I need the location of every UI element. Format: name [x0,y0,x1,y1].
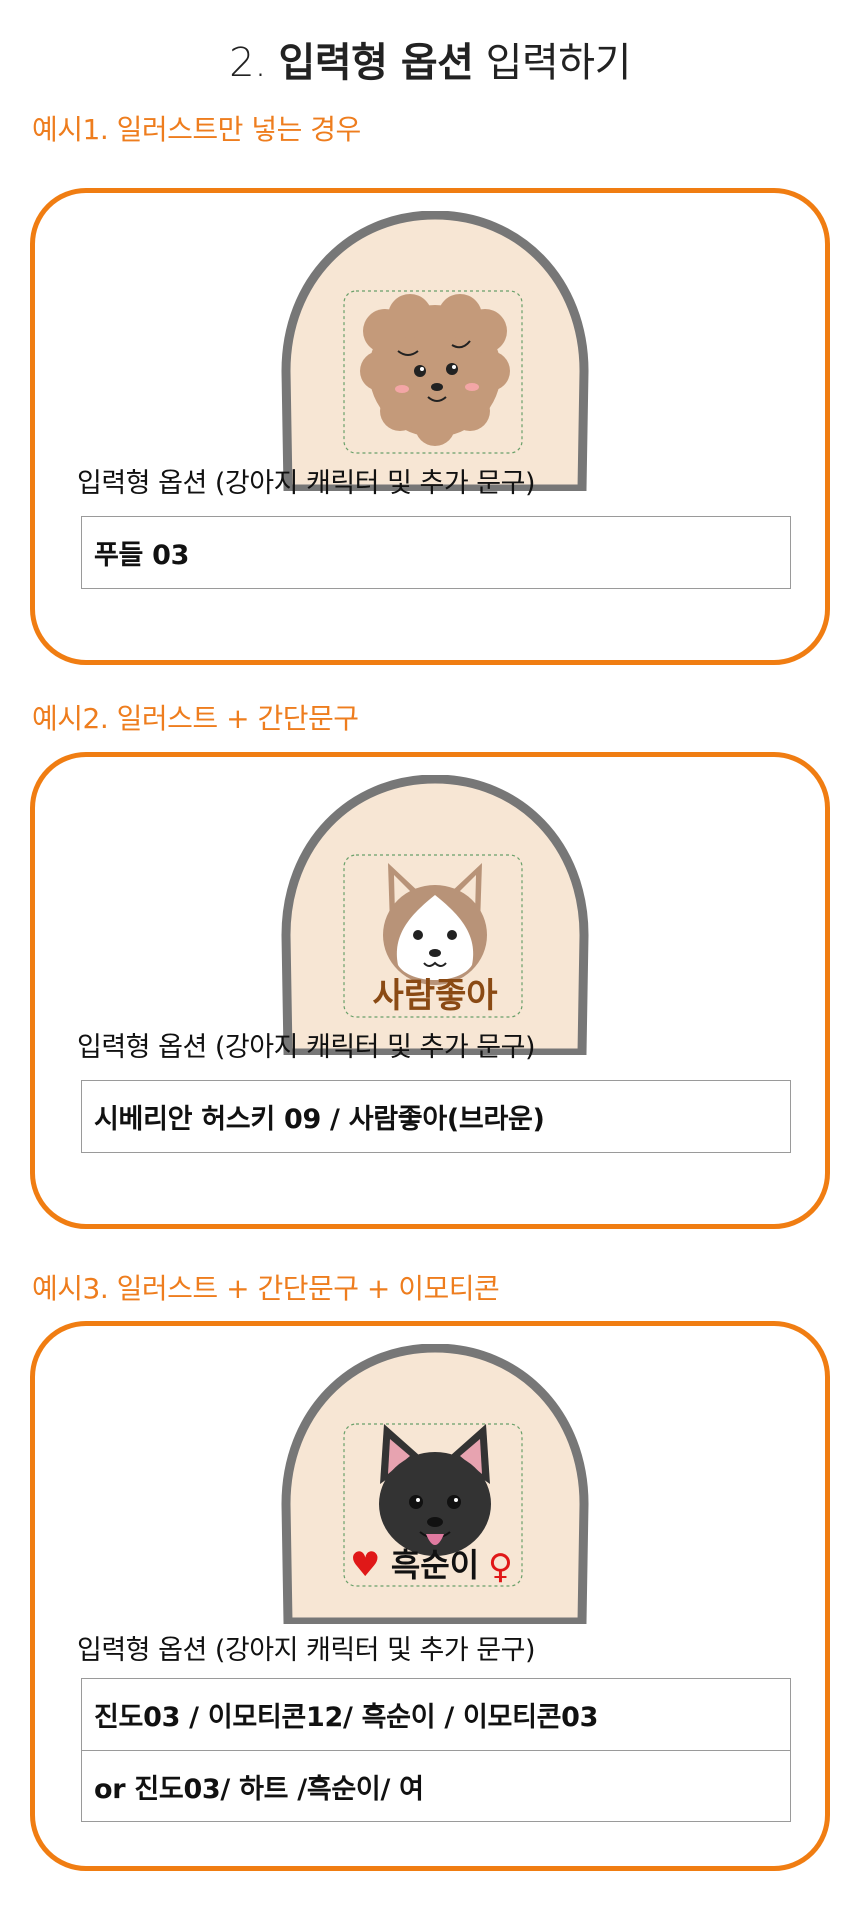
field-label: 입력형 옵션 (강아지 캐릭터 및 추가 문구) [77,1032,536,1063]
patch-figure: 사람좋아 [281,775,589,1055]
figure-text: 사람좋아 [372,977,497,1015]
example-2-card: 사람좋아 입력형 옵션 (강아지 캐릭터 및 추가 문구) 시베리안 허스키 0… [30,752,830,1229]
option-input-row[interactable]: 시베리안 허스키 09 / 사람좋아(브라운) [82,1081,790,1152]
option-input-box[interactable]: 진도03 / 이모티콘12/ 흑순이 / 이모티콘03 or 진도03/ 하트 … [81,1678,791,1822]
example-1-card: 입력형 옵션 (강아지 캐릭터 및 추가 문구) 푸들 03 [30,188,830,665]
figure-text: 흑순이 [391,1547,479,1583]
female-symbol-icon: ♀ [488,1547,513,1587]
field-label: 입력형 옵션 (강아지 캐릭터 및 추가 문구) [77,468,536,499]
patch-figure: ♥ 흑순이 ♀ [281,1344,589,1624]
option-input-box[interactable]: 시베리안 허스키 09 / 사람좋아(브라운) [81,1080,791,1153]
example-1-label: 예시1. 일러스트만 넣는 경우 [32,113,361,146]
page-title: 2. 입력형 옵션 입력하기 [229,40,631,86]
example-3-card: ♥ 흑순이 ♀ 입력형 옵션 (강아지 캐릭터 및 추가 문구) 진도03 / … [30,1321,830,1871]
patch-figure [281,211,589,491]
option-input-row[interactable]: or 진도03/ 하트 /흑순이/ 여 [82,1750,790,1821]
example-3-label: 예시3. 일러스트 + 간단문구 + 이모티콘 [32,1272,500,1305]
heart-icon: ♥ [350,1545,380,1585]
option-input-row[interactable]: 푸들 03 [82,517,790,588]
option-input-row[interactable]: 진도03 / 이모티콘12/ 흑순이 / 이모티콘03 [82,1679,790,1750]
option-input-box[interactable]: 푸들 03 [81,516,791,589]
example-2-label: 예시2. 일러스트 + 간단문구 [32,702,359,735]
field-label: 입력형 옵션 (강아지 캐릭터 및 추가 문구) [77,1635,536,1666]
